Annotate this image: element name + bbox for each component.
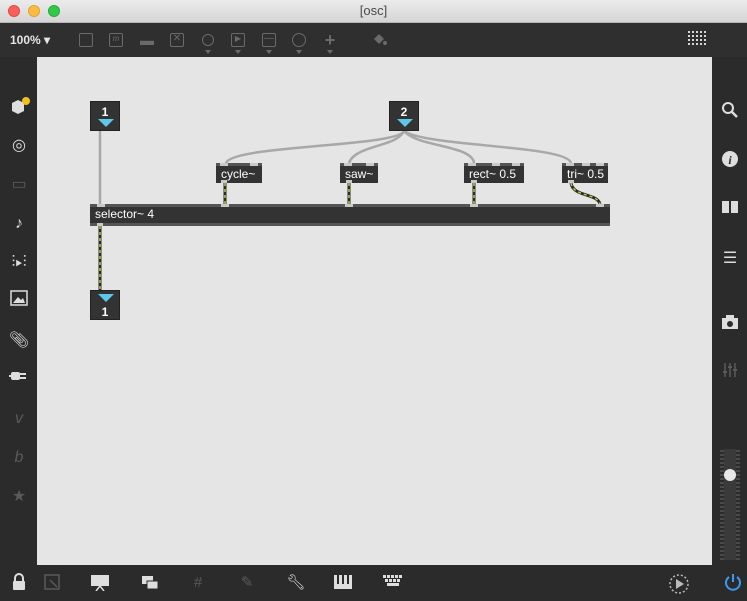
message-box-icon[interactable]: m — [107, 31, 125, 49]
reference-book-icon[interactable] — [718, 198, 742, 222]
computer-keyboard-icon[interactable] — [382, 573, 402, 593]
vst-plugin-icon[interactable]: v — [7, 407, 31, 431]
triangle-down-icon — [98, 294, 114, 302]
number-box-output[interactable]: 1 — [90, 290, 120, 320]
toggle-icon[interactable]: ✕ — [168, 31, 186, 49]
object-label: tri~ 0.5 — [567, 167, 605, 181]
title-bar: [osc] — [0, 0, 747, 23]
audio-playback-icon[interactable] — [668, 573, 689, 594]
presentation-mode-icon[interactable] — [42, 573, 62, 593]
piano-keyboard-icon[interactable] — [333, 573, 353, 593]
object-inlet[interactable] — [220, 163, 228, 166]
object-inlet[interactable] — [97, 204, 105, 207]
right-sidebar: i ☰ — [712, 57, 747, 565]
object-inlet[interactable] — [345, 204, 353, 207]
video-clip-icon[interactable]: ⫶▸⫶ — [7, 251, 31, 275]
button-icon[interactable] — [199, 31, 217, 49]
object-inlet[interactable] — [366, 163, 374, 166]
power-icon[interactable] — [723, 573, 743, 593]
patch-cords — [98, 129, 602, 290]
selector-object[interactable]: selector~ 4 — [90, 204, 610, 226]
object-inlet[interactable] — [596, 204, 604, 207]
dial-icon[interactable] — [290, 31, 308, 49]
object-inlet[interactable] — [492, 163, 500, 166]
grid-snap-icon[interactable]: # — [188, 573, 208, 593]
object-inlet[interactable] — [512, 163, 520, 166]
paperclip-icon[interactable]: 📎︎ — [7, 329, 31, 353]
object-inlet[interactable] — [250, 163, 258, 166]
beap-icon[interactable]: b — [7, 446, 31, 470]
star-icon[interactable]: ★ — [7, 485, 31, 509]
number-box-value: 2 — [400, 105, 408, 119]
new-view-icon[interactable] — [140, 573, 160, 593]
tri-object[interactable]: tri~ 0.5 — [562, 163, 608, 183]
zoom-level-dropdown[interactable]: 100% ▾ — [10, 33, 50, 47]
auto-connect-icon[interactable]: ✎ — [237, 573, 257, 593]
search-icon[interactable] — [718, 101, 742, 125]
object-label: saw~ — [345, 167, 374, 181]
object-inlet[interactable] — [566, 163, 574, 166]
chevron-down-icon — [266, 50, 272, 54]
snapshot-camera-icon[interactable] — [718, 314, 742, 338]
volume-slider-track[interactable] — [724, 449, 736, 560]
saw-object[interactable]: saw~ — [340, 163, 378, 183]
triangle-down-icon — [98, 119, 114, 127]
number-box-selector-input[interactable]: 1 — [90, 101, 120, 131]
chevron-down-icon — [205, 50, 211, 54]
zoom-level: 100% — [10, 33, 41, 47]
chevron-down-icon — [327, 50, 333, 54]
plus-icon[interactable]: + — [321, 31, 339, 49]
music-note-icon[interactable]: ♪ — [7, 212, 31, 236]
object-label: rect~ 0.5 — [469, 167, 517, 181]
wrench-icon[interactable]: 🔧︎ — [286, 573, 306, 593]
number-box-frequency[interactable]: 2 — [389, 101, 419, 131]
cycle-object[interactable]: cycle~ — [216, 163, 262, 183]
object-outlet[interactable] — [471, 180, 477, 183]
object-label: cycle~ — [221, 167, 256, 181]
left-sidebar: ◎ ▭ ♪ ⫶▸⫶ 📎︎ v b ★ — [0, 57, 37, 565]
object-inlet[interactable] — [470, 204, 478, 207]
chevron-down-icon — [296, 50, 302, 54]
play-icon[interactable]: ▶ — [229, 31, 247, 49]
object-outlet[interactable] — [97, 223, 103, 226]
image-icon[interactable] — [7, 290, 31, 314]
comment-icon[interactable]: ▬ — [138, 31, 156, 49]
object-inlet[interactable] — [344, 163, 352, 166]
number-box-value: 1 — [101, 305, 109, 319]
presentation-screen-icon[interactable] — [90, 573, 110, 593]
object-box-icon[interactable] — [77, 31, 95, 49]
object-inlet[interactable] — [221, 204, 229, 207]
mixer-icon[interactable] — [718, 362, 742, 386]
patcher-canvas[interactable]: 1 2 cycle~ saw~ rect~ 0.5 tri~ 0.5 selec… — [37, 57, 712, 565]
grid-icon[interactable] — [688, 31, 706, 49]
number-box-value: 1 — [101, 105, 109, 119]
rect-object[interactable]: rect~ 0.5 — [464, 163, 524, 183]
object-outlet[interactable] — [346, 180, 352, 183]
target-icon[interactable]: ◎ — [7, 134, 31, 158]
plug-icon[interactable] — [7, 368, 31, 392]
list-icon[interactable]: ☰ — [718, 247, 742, 271]
bottom-toolbar: # ✎ 🔧︎ — [0, 565, 747, 599]
window-title: [osc] — [359, 3, 388, 18]
triangle-down-icon — [397, 119, 413, 127]
volume-slider-thumb[interactable] — [724, 469, 736, 481]
object-outlet[interactable] — [221, 180, 227, 183]
info-icon[interactable]: i — [718, 150, 742, 174]
slider-icon[interactable]: — — [260, 31, 278, 49]
bpatcher-icon[interactable]: ▭ — [7, 173, 31, 197]
object-outlet[interactable] — [568, 180, 574, 183]
object-inlet[interactable] — [596, 163, 604, 166]
object-inlet[interactable] — [582, 163, 590, 166]
toolbar: 100% ▾ m ▬ ✕ ▶ — + — [0, 23, 747, 57]
lock-icon[interactable] — [9, 573, 29, 593]
object-label: selector~ 4 — [95, 207, 155, 221]
object-inlet[interactable] — [468, 163, 476, 166]
paint-bucket-icon[interactable] — [370, 31, 388, 49]
package-cube-icon[interactable] — [7, 95, 31, 119]
chevron-down-icon — [235, 50, 241, 54]
